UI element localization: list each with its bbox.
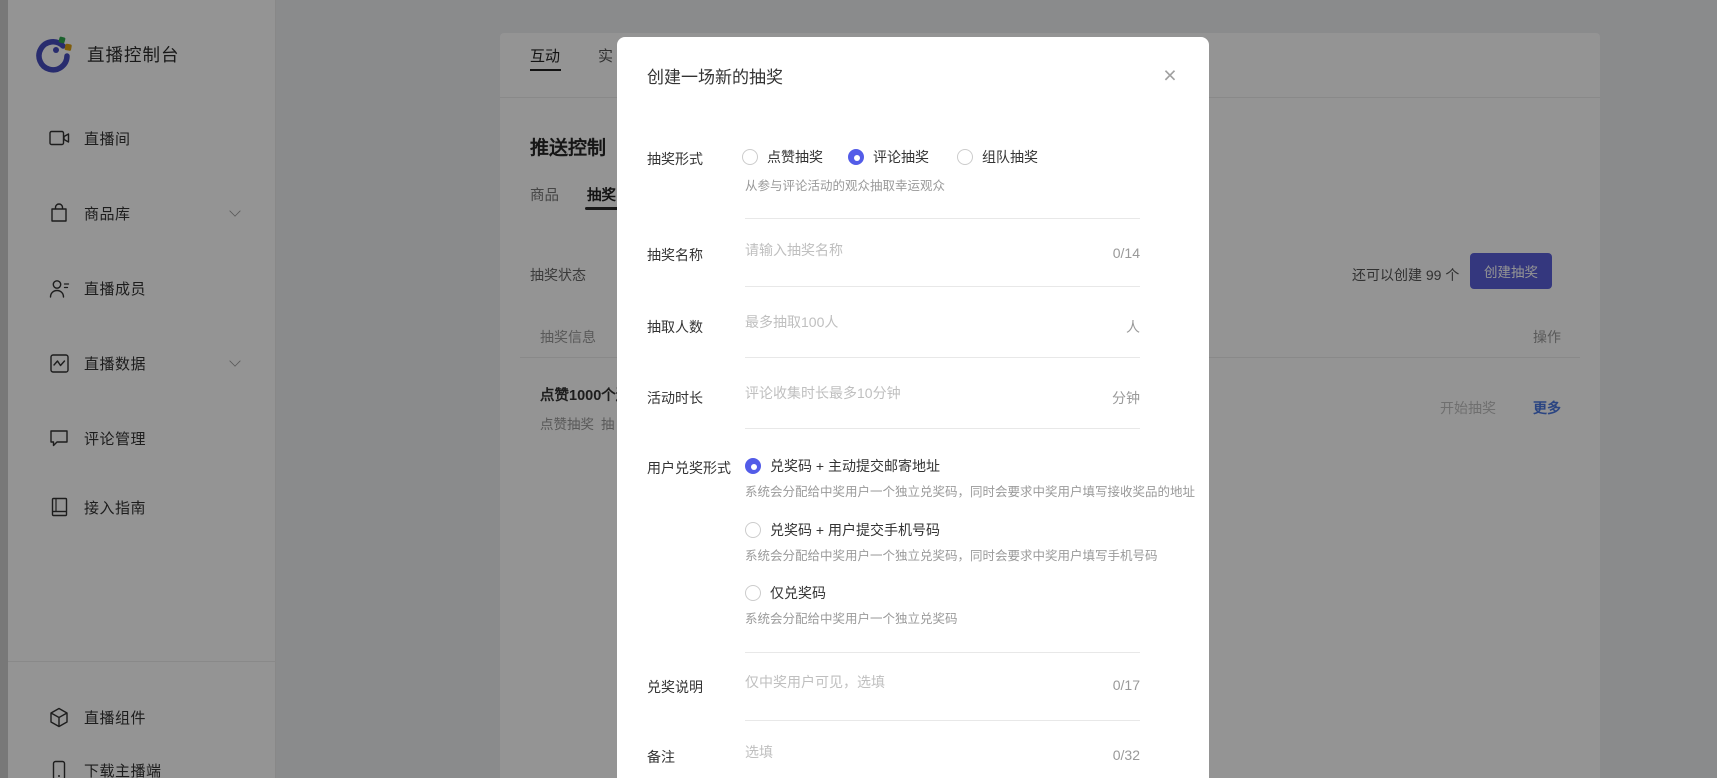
radio-label: 评论抽奖 [873, 147, 929, 167]
create-lottery-modal: 创建一场新的抽奖 × 抽奖形式 点赞抽奖 评论抽奖 组队抽奖 从参与评论活动的观… [617, 37, 1209, 778]
close-icon[interactable]: × [1156, 61, 1184, 89]
form-type-helper: 从参与评论活动的观众抽取幸运观众 [745, 175, 945, 194]
field-divider [745, 218, 1140, 219]
radio-icon[interactable] [745, 585, 761, 601]
duration-unit: 分钟 [1040, 388, 1140, 408]
field-divider [745, 357, 1140, 358]
field-label-form-type: 抽奖形式 [647, 149, 703, 169]
radio-label: 点赞抽奖 [767, 147, 823, 167]
radio-option-redeem-code-only[interactable]: 仅兑奖码 [745, 583, 826, 603]
remark-counter: 0/32 [1040, 747, 1140, 763]
redeem-option-desc: 系统会分配给中奖用户一个独立兑奖码，同时会要求中奖用户填写手机号码 [745, 545, 1158, 564]
field-divider [745, 428, 1140, 429]
modal-title: 创建一场新的抽奖 [647, 63, 783, 88]
radio-label: 兑奖码 + 主动提交邮寄地址 [770, 456, 940, 476]
field-divider [745, 720, 1140, 721]
radio-label: 仅兑奖码 [770, 583, 826, 603]
duration-input[interactable] [745, 385, 1045, 401]
field-label-note: 兑奖说明 [647, 677, 703, 697]
winner-count-input[interactable] [745, 314, 1045, 330]
radio-option-redeem-phone[interactable]: 兑奖码 + 用户提交手机号码 [745, 520, 940, 540]
field-label-duration: 活动时长 [647, 388, 703, 408]
count-unit: 人 [1040, 317, 1140, 337]
radio-label: 兑奖码 + 用户提交手机号码 [770, 520, 940, 540]
remark-input[interactable] [745, 744, 1045, 760]
radio-option-like-lottery[interactable]: 点赞抽奖 [742, 147, 823, 167]
lottery-name-input[interactable] [745, 242, 1045, 258]
field-label-redeem: 用户兑奖形式 [647, 458, 731, 478]
field-label-name: 抽奖名称 [647, 245, 703, 265]
radio-icon[interactable] [742, 149, 758, 165]
radio-icon[interactable] [957, 149, 973, 165]
name-counter: 0/14 [1040, 245, 1140, 261]
field-divider [745, 286, 1140, 287]
radio-option-comment-lottery[interactable]: 评论抽奖 [848, 147, 929, 167]
radio-selected-icon[interactable] [848, 149, 864, 165]
radio-icon[interactable] [745, 522, 761, 538]
field-label-count: 抽取人数 [647, 317, 703, 337]
radio-option-redeem-address[interactable]: 兑奖码 + 主动提交邮寄地址 [745, 456, 940, 476]
redeem-option-desc: 系统会分配给中奖用户一个独立兑奖码 [745, 608, 958, 627]
redeem-note-input[interactable] [745, 674, 1045, 690]
field-label-remark: 备注 [647, 747, 675, 767]
radio-option-team-lottery[interactable]: 组队抽奖 [957, 147, 1038, 167]
redeem-option-desc: 系统会分配给中奖用户一个独立兑奖码，同时会要求中奖用户填写接收奖品的地址 [745, 481, 1195, 500]
radio-label: 组队抽奖 [982, 147, 1038, 167]
field-divider [745, 652, 1140, 653]
note-counter: 0/17 [1040, 677, 1140, 693]
radio-selected-icon[interactable] [745, 458, 761, 474]
